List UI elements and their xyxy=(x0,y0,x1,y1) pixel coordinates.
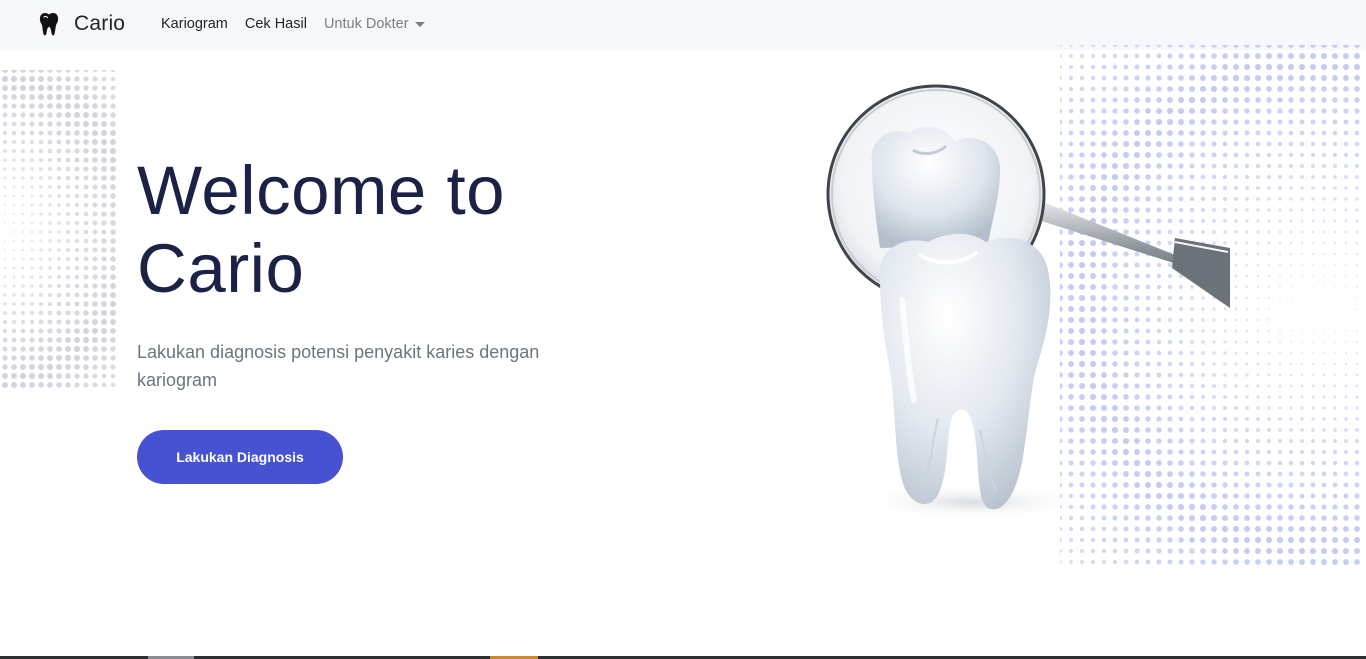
hero-title-line2: Cario xyxy=(137,230,305,307)
hero-subtitle: Lakukan diagnosis potensi penyakit karie… xyxy=(137,342,540,390)
caret-down-icon xyxy=(414,22,425,27)
hero-title: Welcome to Cario xyxy=(137,152,657,308)
tooth-magnifier-illustration xyxy=(826,84,1230,520)
decorative-dot-pattern-left xyxy=(1,70,117,389)
tooth-icon xyxy=(39,13,59,36)
lakukan-diagnosis-button[interactable]: Lakukan Diagnosis xyxy=(137,430,343,484)
nav-link-kariogram[interactable]: Kariogram xyxy=(161,16,228,32)
nav-dropdown-untuk-dokter[interactable]: Untuk Dokter xyxy=(324,16,425,32)
brand-name: Cario xyxy=(74,12,126,35)
hero-title-line1: Welcome to xyxy=(137,152,506,229)
nav-link-cek-hasil[interactable]: Cek Hasil xyxy=(245,16,307,32)
nav-links: Kariogram Cek Hasil Untuk Dokter xyxy=(161,16,425,32)
brand-link[interactable]: Cario xyxy=(38,12,125,36)
nav-dropdown-label: Untuk Dokter xyxy=(323,16,409,32)
top-navbar: Cario Kariogram Cek Hasil Untuk Dokter xyxy=(0,0,1366,50)
